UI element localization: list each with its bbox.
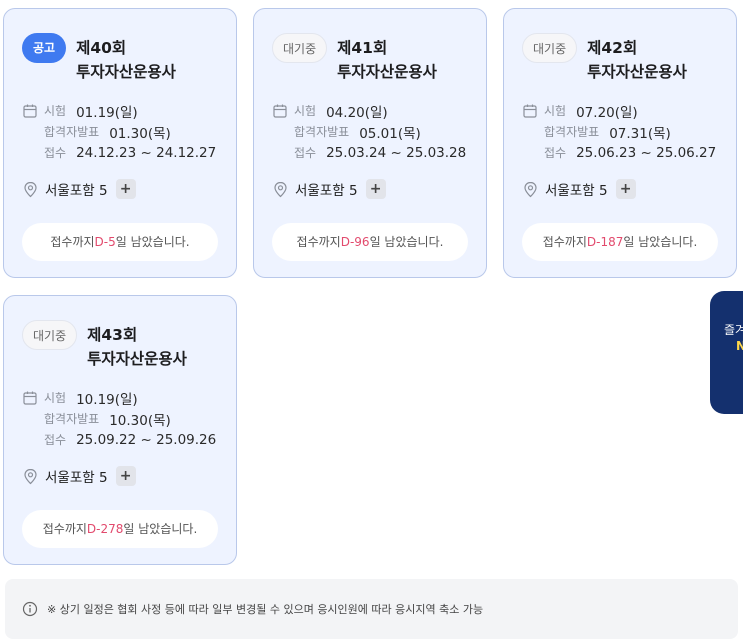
dday-value: D-187 — [586, 235, 624, 249]
exam-label: 시험 — [44, 391, 67, 405]
expand-location-button[interactable]: + — [115, 179, 136, 199]
exam-card-42[interactable]: 대기중 제42회 투자자산운용사 시험 07.20(일) 합격자발표 07.31… — [503, 8, 737, 278]
location-row: 서울포함 5 + — [522, 179, 636, 199]
exam-date-row: 시험 04.20(일) — [272, 100, 478, 121]
dday-suffix: 일 남았습니다. — [623, 235, 698, 249]
apply-label: 접수 — [294, 146, 317, 160]
notice-text: ※ 상기 일정은 협회 사정 등에 따라 일부 변경될 수 있으며 응시인원에 … — [47, 603, 484, 616]
status-badge: 대기중 — [272, 33, 328, 63]
card-title: 제40회 투자자산운용사 — [76, 39, 176, 81]
result-value: 05.01(목) — [359, 125, 421, 142]
dday-suffix: 일 남았습니다. — [123, 522, 198, 536]
result-label: 합격자발표 — [44, 125, 100, 139]
exam-date-row: 시험 01.19(일) — [22, 100, 228, 121]
dday-pill: 접수까지D-5일 남았습니다. — [22, 223, 218, 261]
apply-value: 24.12.23 ~ 24.12.27 — [76, 144, 217, 161]
location-text: 서울포함 5 — [295, 183, 358, 199]
card-header: 대기중 제42회 투자자산운용사 — [522, 33, 726, 84]
location-pin-icon — [22, 181, 39, 198]
dday-prefix: 접수까지 — [542, 235, 587, 249]
exam-date-row: 시험 10.19(일) — [22, 387, 228, 408]
location-text: 서울포함 5 — [45, 470, 108, 486]
dday-value: D-96 — [340, 235, 370, 249]
dday-suffix: 일 남았습니다. — [369, 235, 444, 249]
status-badge: 대기중 — [22, 320, 78, 350]
dday-value: D-278 — [86, 522, 124, 536]
result-date-row: 합격자발표 05.01(목) — [272, 121, 478, 142]
calendar-icon — [22, 103, 38, 119]
calendar-icon — [522, 103, 538, 119]
floating-panel-label: 즐겨 — [724, 323, 743, 337]
location-pin-icon — [522, 181, 539, 198]
result-date-row: 합격자발표 01.30(목) — [22, 121, 228, 142]
dday-pill: 접수까지D-187일 남았습니다. — [522, 223, 718, 261]
result-date-row: 합격자발표 10.30(목) — [22, 408, 228, 429]
location-text: 서울포함 5 — [45, 183, 108, 199]
result-value: 10.30(목) — [109, 412, 171, 429]
floating-panel-highlight: N — [736, 339, 743, 353]
dday-pill: 접수까지D-278일 남았습니다. — [22, 510, 218, 548]
schedule-info: 시험 10.19(일) 합격자발표 10.30(목) 접수 25.09.22 ~… — [22, 387, 228, 450]
calendar-icon — [22, 390, 38, 406]
dday-prefix: 접수까지 — [50, 235, 95, 249]
calendar-icon — [272, 103, 288, 119]
schedule-info: 시험 01.19(일) 합격자발표 01.30(목) 접수 24.12.23 ~… — [22, 100, 228, 163]
result-label: 합격자발표 — [544, 125, 600, 139]
card-header: 대기중 제43회 투자자산운용사 — [22, 320, 226, 371]
apply-value: 25.09.22 ~ 25.09.26 — [76, 431, 217, 448]
location-row: 서울포함 5 + — [272, 179, 386, 199]
dday-prefix: 접수까지 — [296, 235, 341, 249]
location-pin-icon — [272, 181, 289, 198]
exam-label: 시험 — [294, 104, 317, 118]
apply-period-row: 접수 24.12.23 ~ 24.12.27 — [22, 142, 228, 163]
apply-period-row: 접수 25.03.24 ~ 25.03.28 — [272, 142, 478, 163]
schedule-info: 시험 07.20(일) 합격자발표 07.31(목) 접수 25.06.23 ~… — [522, 100, 728, 163]
dday-suffix: 일 남았습니다. — [115, 235, 190, 249]
exam-card-40[interactable]: 공고 제40회 투자자산운용사 시험 01.19(일) 합격자발표 01.30(… — [3, 8, 237, 278]
location-text: 서울포함 5 — [545, 183, 608, 199]
status-badge: 공고 — [22, 33, 67, 63]
location-row: 서울포함 5 + — [22, 466, 136, 486]
info-circle-icon — [22, 601, 38, 617]
exam-value: 07.20(일) — [576, 104, 638, 121]
floating-favorites-panel[interactable]: 즐겨 N — [710, 291, 743, 414]
apply-period-row: 접수 25.06.23 ~ 25.06.27 — [522, 142, 728, 163]
exam-card-41[interactable]: 대기중 제41회 투자자산운용사 시험 04.20(일) 합격자발표 05.01… — [253, 8, 487, 278]
expand-location-button[interactable]: + — [365, 179, 386, 199]
exam-label: 시험 — [544, 104, 567, 118]
card-header: 대기중 제41회 투자자산운용사 — [272, 33, 476, 84]
card-header: 공고 제40회 투자자산운용사 — [22, 33, 226, 84]
apply-period-row: 접수 25.09.22 ~ 25.09.26 — [22, 429, 228, 450]
location-pin-icon — [22, 468, 39, 485]
result-label: 합격자발표 — [44, 412, 100, 426]
apply-label: 접수 — [44, 146, 67, 160]
result-value: 07.31(목) — [609, 125, 671, 142]
apply-label: 접수 — [44, 433, 67, 447]
exam-value: 10.19(일) — [76, 391, 138, 408]
expand-location-button[interactable]: + — [615, 179, 636, 199]
exam-value: 04.20(일) — [326, 104, 388, 121]
dday-value: D-5 — [94, 235, 116, 249]
schedule-info: 시험 04.20(일) 합격자발표 05.01(목) 접수 25.03.24 ~… — [272, 100, 478, 163]
result-value: 01.30(목) — [109, 125, 171, 142]
status-badge: 대기중 — [522, 33, 578, 63]
card-title: 제43회 투자자산운용사 — [87, 326, 187, 368]
card-title: 제42회 투자자산운용사 — [587, 39, 687, 81]
dday-pill: 접수까지D-96일 남았습니다. — [272, 223, 468, 261]
exam-card-43[interactable]: 대기중 제43회 투자자산운용사 시험 10.19(일) 합격자발표 10.30… — [3, 295, 237, 565]
dday-prefix: 접수까지 — [42, 522, 87, 536]
apply-value: 25.06.23 ~ 25.06.27 — [576, 144, 717, 161]
expand-location-button[interactable]: + — [115, 466, 136, 486]
exam-label: 시험 — [44, 104, 67, 118]
location-row: 서울포함 5 + — [22, 179, 136, 199]
card-title: 제41회 투자자산운용사 — [337, 39, 437, 81]
exam-value: 01.19(일) — [76, 104, 138, 121]
exam-date-row: 시험 07.20(일) — [522, 100, 728, 121]
apply-label: 접수 — [544, 146, 567, 160]
result-date-row: 합격자발표 07.31(목) — [522, 121, 728, 142]
schedule-notice: ※ 상기 일정은 협회 사정 등에 따라 일부 변경될 수 있으며 응시인원에 … — [5, 579, 738, 639]
apply-value: 25.03.24 ~ 25.03.28 — [326, 144, 467, 161]
result-label: 합격자발표 — [294, 125, 350, 139]
